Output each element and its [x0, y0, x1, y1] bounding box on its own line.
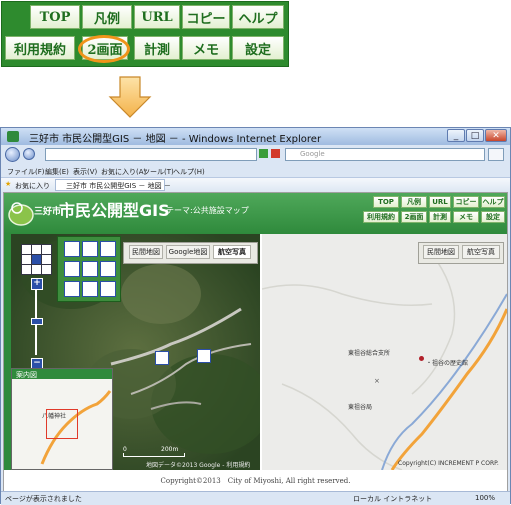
menu-view[interactable]: 表示(V) [73, 167, 97, 177]
map-type-bar: 民間地図 Google地図 航空写真 [123, 242, 258, 264]
facility-icon-5[interactable] [82, 261, 98, 277]
header-memo-button[interactable]: メモ [453, 211, 479, 223]
facility-icon-2[interactable] [82, 241, 98, 257]
private-map-button-right[interactable]: 民間地図 [423, 245, 459, 259]
stop-icon[interactable] [271, 149, 280, 158]
header-legend-button[interactable]: 凡例 [401, 196, 427, 208]
search-input[interactable]: Google [285, 148, 485, 161]
aerial-photo-button[interactable]: 航空写真 [213, 245, 251, 259]
help-button[interactable]: ヘルプ [232, 5, 284, 29]
header-measure-button[interactable]: 計測 [429, 211, 451, 223]
map-type-bar-right: 民間地図 航空写真 [418, 242, 504, 264]
facility-icon-9[interactable] [100, 281, 116, 297]
facility-icon-8[interactable] [82, 281, 98, 297]
street-map-pane[interactable]: 民間地図 航空写真 東祖谷総合支所 ・祖谷の歴史館 × 東祖谷局 Copyrig… [262, 234, 507, 470]
maximize-button[interactable]: □ [466, 129, 484, 142]
status-text: ページが表示されました [5, 495, 82, 503]
map-copyright-left[interactable]: 地図データ©2013 Google - 利用規約 [146, 460, 250, 469]
site-logo-icon [8, 202, 34, 226]
facility-marker[interactable] [197, 349, 211, 363]
copy-button[interactable]: コピー [182, 5, 230, 29]
header-copy-button[interactable]: コピー [453, 196, 479, 208]
zoomed-toolbar: TOP 凡例 URL コピー ヘルプ 利用規約 2画面 計測 メモ 設定 [1, 1, 289, 67]
zoom-slider-handle[interactable] [31, 318, 43, 325]
search-icon[interactable] [488, 148, 504, 161]
facility-icon-4[interactable] [64, 261, 80, 277]
url-button[interactable]: URL [134, 5, 180, 29]
overview-extent-box[interactable] [46, 409, 78, 439]
aerial-map-pane[interactable]: + − 民間地図 Google地図 航空写真 案内図 八幡神社 0 200m 地… [11, 234, 260, 470]
menu-favorites[interactable]: お気に入り(A) [101, 167, 146, 177]
map-label-branch-office: 東祖谷総合支所 [348, 350, 391, 357]
settings-button[interactable]: 設定 [232, 36, 284, 60]
back-icon[interactable] [5, 147, 20, 162]
menu-edit[interactable]: 編集(E) [45, 167, 69, 177]
address-input[interactable] [45, 148, 257, 161]
tab-title: 三好市 市民公開型GIS － 地図 － [66, 182, 171, 190]
pan-control[interactable] [21, 244, 52, 275]
legend-button[interactable]: 凡例 [82, 5, 132, 29]
browser-tab[interactable]: 三好市 市民公開型GIS － 地図 － [55, 179, 171, 191]
map-copyright-right: Copyright(C) INCREMENT P CORP. [398, 460, 499, 467]
menu-tools[interactable]: ツール(T) [143, 167, 174, 177]
site-title: 市民公開型GIS [59, 201, 170, 220]
site-header: 三好市 市民公開型GIS テーマ:公共施設マップ TOP 凡例 URL コピー … [4, 193, 507, 234]
post-office-icon: × [374, 377, 380, 385]
terms-button[interactable]: 利用規約 [5, 36, 75, 60]
address-bar: Google [1, 145, 510, 165]
highlight-ring [78, 35, 130, 63]
header-settings-button[interactable]: 設定 [481, 211, 505, 223]
site-theme: テーマ:公共施設マップ [166, 206, 249, 215]
window-title: 三好市 市民公開型GIS － 地図 － - Windows Internet E… [29, 134, 322, 145]
title-bar: 三好市 市民公開型GIS － 地図 － - Windows Internet E… [1, 128, 510, 145]
header-help-button[interactable]: ヘルプ [481, 196, 505, 208]
minimize-button[interactable]: _ [447, 129, 465, 142]
pan-se-button[interactable] [41, 264, 52, 275]
zoom-level[interactable]: 100% [475, 494, 495, 502]
map-label-post-office: 東祖谷局 [348, 404, 373, 411]
menu-help[interactable]: ヘルプ(H) [173, 167, 205, 177]
forward-icon[interactable] [23, 148, 35, 160]
facility-marker[interactable] [155, 351, 169, 365]
menu-file[interactable]: ファイル(F) [7, 167, 45, 177]
star-icon[interactable]: ★ [5, 180, 11, 188]
overview-header: 案内図 [12, 369, 112, 379]
facility-icon-7[interactable] [64, 281, 80, 297]
google-map-button[interactable]: Google地図 [166, 245, 210, 259]
overview-map[interactable]: 案内図 八幡神社 [11, 368, 113, 470]
facility-icon-6[interactable] [100, 261, 116, 277]
status-bar: ページが表示されました ローカル イントラネット 100% [1, 491, 510, 505]
aerial-photo-button-right[interactable]: 航空写真 [462, 245, 500, 259]
facility-icon-3[interactable] [100, 241, 116, 257]
scale-right-label: 200m [161, 446, 179, 453]
zone-text: ローカル イントラネット [353, 495, 433, 503]
browser-window: 三好市 市民公開型GIS － 地図 － - Windows Internet E… [0, 127, 511, 505]
measure-button[interactable]: 計測 [134, 36, 180, 60]
down-arrow-icon [108, 76, 152, 118]
header-top-button[interactable]: TOP [373, 196, 399, 208]
map-label-history-museum: ・祖谷の歴史館 [426, 360, 469, 367]
site-city: 三好市 [34, 207, 62, 217]
close-button[interactable]: ✕ [485, 129, 507, 142]
header-url-button[interactable]: URL [429, 196, 451, 208]
top-button[interactable]: TOP [30, 5, 80, 29]
private-map-button[interactable]: 民間地図 [129, 245, 163, 259]
scale-left-label: 0 [123, 446, 127, 453]
menu-bar: ファイル(F) 編集(E) 表示(V) お気に入り(A) ツール(T) ヘルプ(… [1, 165, 510, 177]
page-footer: Copyright©2013 City of Miyoshi, All righ… [160, 477, 351, 485]
web-page: 三好市 市民公開型GIS テーマ:公共施設マップ TOP 凡例 URL コピー … [3, 192, 508, 492]
refresh-icon[interactable] [259, 149, 268, 158]
location-marker[interactable] [419, 356, 424, 361]
favorites-bar: ★ お気に入り 三好市 市民公開型GIS － 地図 － [1, 177, 510, 192]
scale-bar [123, 453, 185, 457]
ie-icon [7, 131, 19, 142]
header-two-screen-button[interactable]: 2画面 [401, 211, 427, 223]
favorites-label[interactable]: お気に入り [15, 181, 50, 191]
facility-icon-1[interactable] [64, 241, 80, 257]
header-terms-button[interactable]: 利用規約 [363, 211, 399, 223]
zoom-in-button[interactable]: + [31, 278, 43, 290]
left-side-strip [4, 234, 11, 470]
memo-button[interactable]: メモ [182, 36, 230, 60]
facility-panel [57, 236, 121, 302]
